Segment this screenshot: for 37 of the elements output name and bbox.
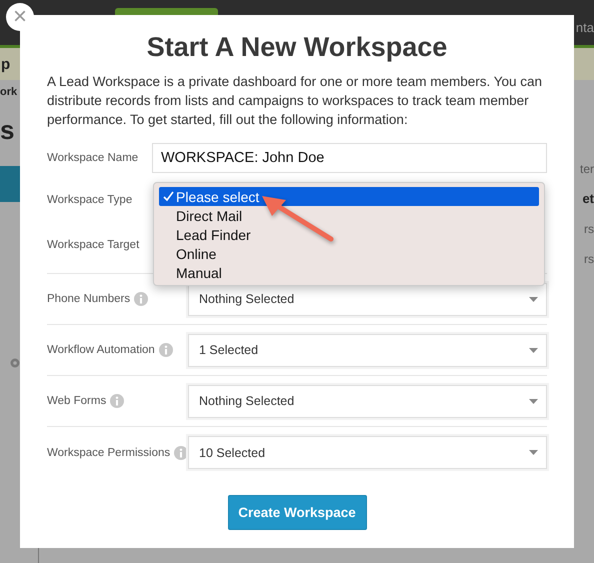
name-field[interactable]: WORKSPACE: John Doe: [152, 143, 547, 173]
select-field[interactable]: Nothing Selected: [188, 282, 547, 316]
table-text: rs: [583, 221, 594, 238]
field-label: Workspace Target: [47, 238, 140, 250]
nav-text: nta: [576, 20, 594, 35]
caret-icon: [529, 348, 538, 352]
info-icon[interactable]: [174, 446, 188, 460]
info-icon[interactable]: [134, 292, 148, 306]
select-field[interactable]: 1 Selected: [188, 334, 547, 366]
page-heading: s: [0, 115, 14, 146]
check-icon: [163, 191, 174, 202]
field-label: Workspace Name: [47, 152, 140, 164]
caret-icon: [529, 296, 538, 302]
dropdown-option[interactable]: Online: [159, 244, 539, 263]
field-label: Workspace Type: [47, 194, 134, 206]
field-label: Workspace Permissions: [47, 446, 170, 458]
select-field[interactable]: 10 Selected: [188, 436, 547, 469]
table-text: rs: [583, 251, 594, 268]
table-text: et: [581, 190, 594, 208]
table-text: ter: [578, 161, 594, 178]
caret-icon: [529, 398, 538, 404]
intro-text: A Lead Workspace is a private dashboard for one or more team members. You can distribute records from lists and campaigns to workspaces to track team member performance. To get started, fill out the following information:: [47, 73, 544, 129]
field-label: Phone Numbers: [47, 293, 130, 305]
info-icon[interactable]: [110, 394, 124, 408]
select-field[interactable]: Nothing Selected: [188, 384, 547, 418]
dropdown-option[interactable]: Please select: [159, 187, 539, 206]
field-label: Workflow Automation: [47, 344, 155, 356]
info-icon[interactable]: [158, 343, 173, 357]
field-label: Web Forms: [47, 395, 106, 407]
dropdown-option[interactable]: Lead Finder: [159, 225, 539, 244]
breadcrumb: ork: [0, 86, 18, 98]
dialog-title: Start A New Workspace: [146, 31, 448, 64]
banner-text: p: [0, 56, 10, 72]
caret-icon: [529, 450, 538, 455]
dropdown-option[interactable]: Manual: [159, 263, 539, 282]
sidebar-block: [0, 166, 20, 202]
dropdown-option[interactable]: Direct Mail: [159, 206, 539, 225]
